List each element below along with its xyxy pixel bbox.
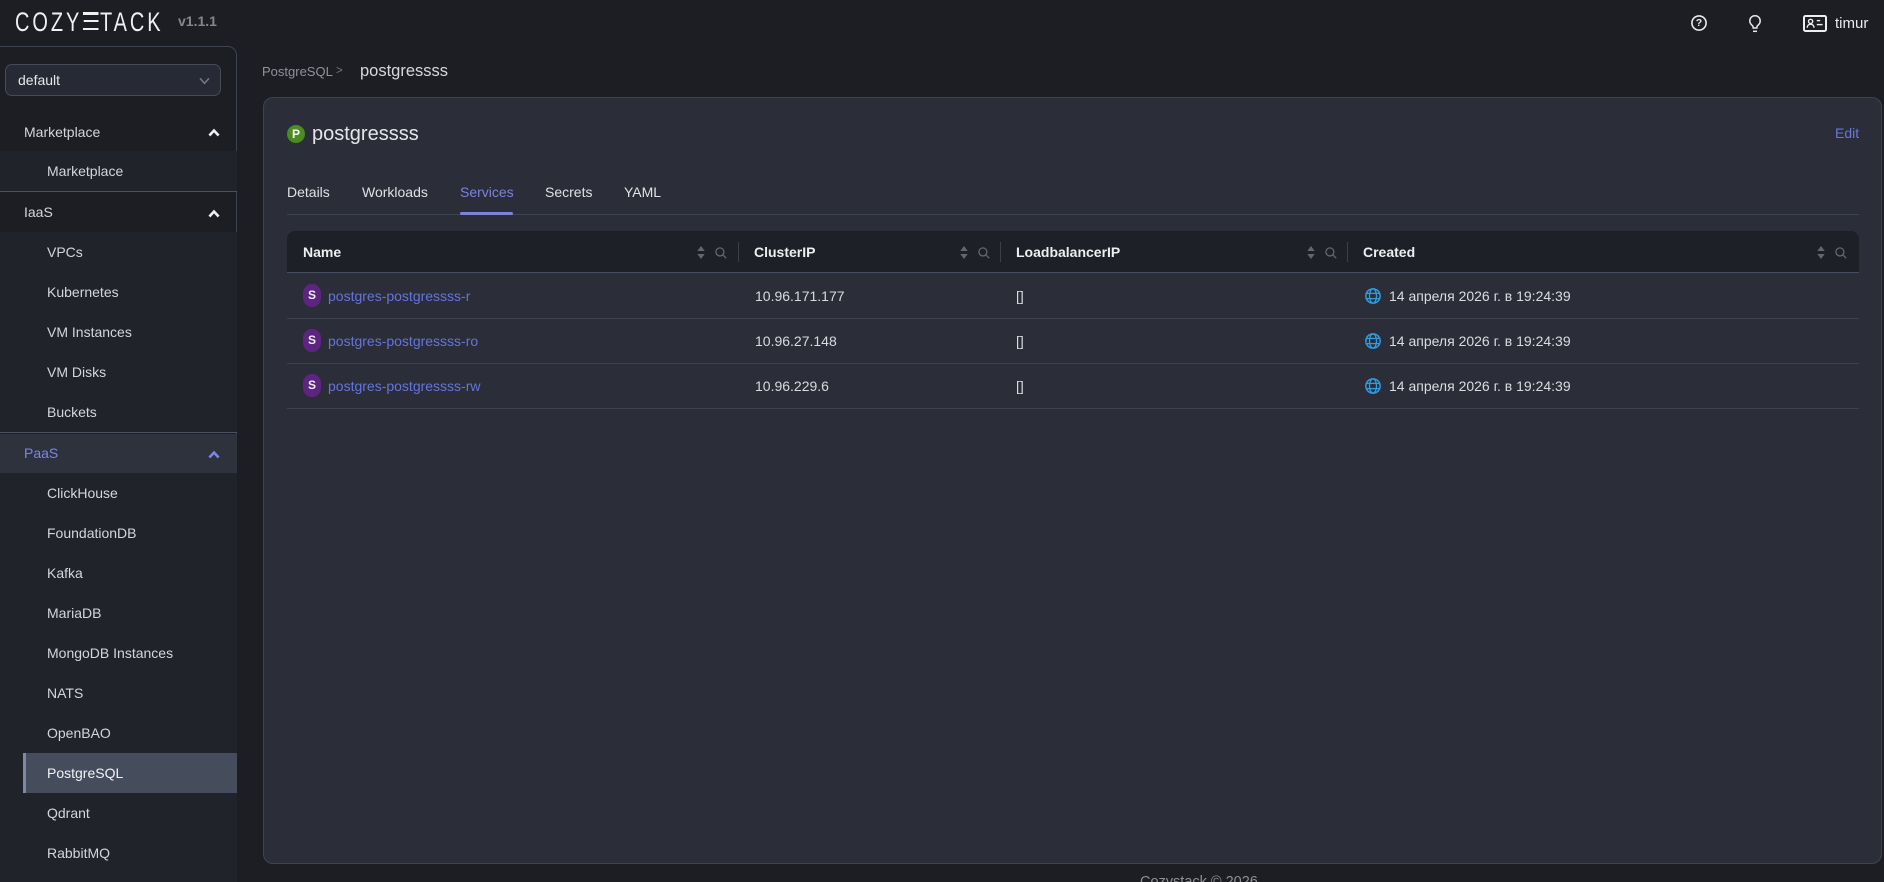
svg-text:?: ? xyxy=(1695,17,1701,29)
